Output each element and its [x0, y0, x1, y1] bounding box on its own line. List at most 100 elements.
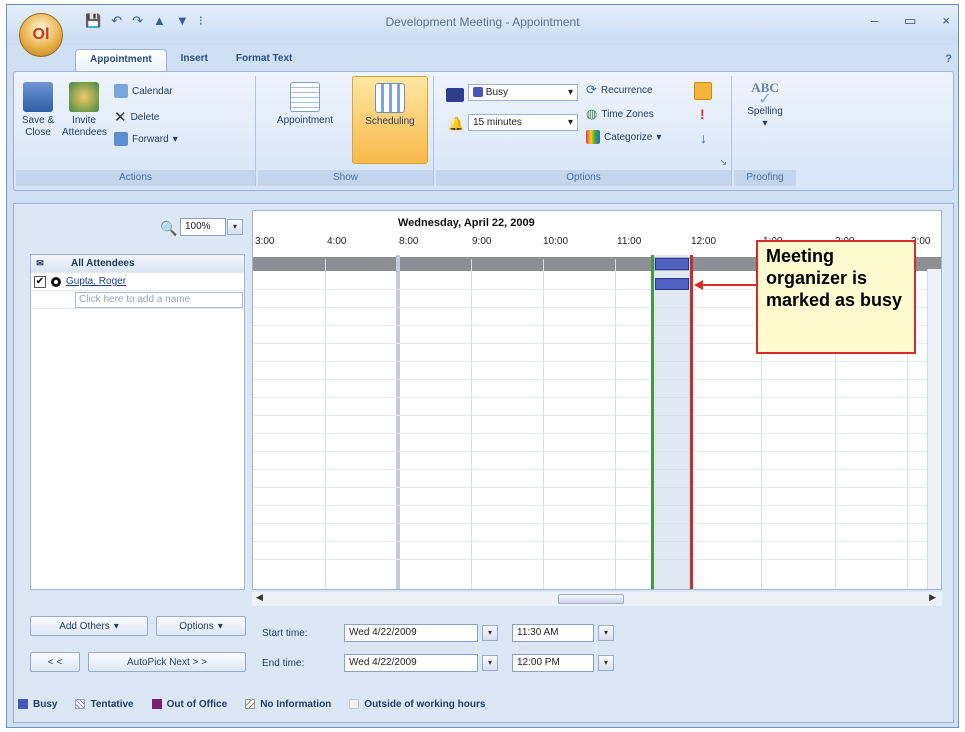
- delete-button[interactable]: ✕ Delete: [114, 108, 159, 126]
- spelling-button[interactable]: ABC ✓ Spelling ▾: [740, 81, 790, 130]
- end-time-field[interactable]: 12:00 PM: [512, 654, 594, 672]
- hour-gridline: [543, 259, 544, 589]
- categorize-button[interactable]: Categorize ▾: [586, 130, 661, 144]
- end-time-label: End time:: [262, 658, 305, 669]
- end-time-dropdown[interactable]: ▾: [598, 655, 614, 671]
- show-as-dropdown[interactable]: Busy ▾: [468, 84, 578, 101]
- add-name-row[interactable]: Click here to add a name: [31, 291, 244, 309]
- horizontal-scrollbar[interactable]: ◀ ▶: [252, 592, 942, 606]
- no-information-swatch-icon: [245, 699, 256, 709]
- scroll-right-icon[interactable]: ▶: [929, 592, 936, 603]
- chevron-down-icon: ▾: [656, 131, 662, 143]
- chevron-down-icon: ▾: [567, 117, 573, 128]
- recurrence-button[interactable]: ⟳ Recurrence: [586, 82, 653, 98]
- day-separator: [396, 255, 400, 589]
- grid-date-header: Wednesday, April 22, 2009: [398, 217, 535, 229]
- close-button[interactable]: ×: [942, 13, 950, 29]
- organizer-icon: [51, 276, 61, 287]
- add-others-button[interactable]: Add Others ▾: [30, 616, 148, 636]
- globe-icon: ◍: [586, 106, 598, 121]
- calendar-button[interactable]: Calendar: [114, 84, 173, 98]
- start-date-field[interactable]: Wed 4/22/2009: [344, 624, 478, 642]
- group-options: Busy ▾ 🔔 15 minutes ▾ ⟳ Recurrence ◍ Tim…: [436, 76, 732, 186]
- hour-gridline: [471, 259, 472, 589]
- chevron-down-icon: ▾: [487, 628, 492, 637]
- attendee-checkbox[interactable]: ✔: [34, 275, 46, 288]
- callout-arrow-line: [702, 284, 756, 286]
- ribbon-tabs: Appointment Insert Format Text: [75, 49, 306, 71]
- attendee-name[interactable]: Gupta, Roger: [61, 276, 126, 287]
- hour-label: 11:00: [617, 236, 642, 247]
- scroll-left-icon[interactable]: ◀: [256, 592, 263, 603]
- ribbon: Save & Close Invite Attendees Calendar ✕…: [13, 71, 954, 191]
- meeting-selection[interactable]: [651, 255, 693, 589]
- busy-swatch-icon: [18, 699, 28, 709]
- tab-format-text[interactable]: Format Text: [222, 49, 307, 71]
- autopick-previous-button[interactable]: < <: [30, 652, 80, 672]
- maximize-button[interactable]: ▭: [904, 13, 916, 29]
- attendee-list: ✉ All Attendees ✔ Gupta, Roger Click her…: [30, 254, 245, 590]
- hour-gridline: [325, 259, 326, 589]
- chevron-down-icon: ▾: [217, 620, 223, 632]
- legend-tentative: Tentative: [75, 699, 134, 710]
- reminder-dropdown[interactable]: 15 minutes ▾: [468, 114, 578, 131]
- autopick-next-button[interactable]: AutoPick Next > >: [88, 652, 246, 672]
- zoom-dropdown-button[interactable]: ▾: [227, 219, 243, 235]
- end-date-dropdown[interactable]: ▾: [482, 655, 498, 671]
- scheduling-view-button[interactable]: Scheduling: [352, 76, 428, 164]
- row-gridline: [253, 523, 941, 524]
- row-gridline: [253, 487, 941, 488]
- office-button[interactable]: Ol: [19, 13, 63, 57]
- hour-gridline: [615, 259, 616, 589]
- chevron-down-icon: ▾: [603, 658, 608, 667]
- busy-block-organizer: [655, 278, 689, 290]
- row-gridline: [253, 397, 941, 398]
- add-name-input[interactable]: Click here to add a name: [75, 291, 243, 308]
- hour-label: 4:00: [327, 236, 347, 247]
- start-date-dropdown[interactable]: ▾: [482, 625, 498, 641]
- row-gridline: [253, 415, 941, 416]
- hour-label: 3:00: [255, 236, 275, 247]
- window-title: Development Meeting - Appointment: [385, 15, 580, 29]
- attendee-row[interactable]: ✔ Gupta, Roger: [31, 273, 244, 291]
- meeting-end-marker[interactable]: [690, 255, 693, 589]
- low-importance-icon[interactable]: ↓: [700, 130, 707, 146]
- envelope-icon: ✉: [36, 258, 44, 268]
- vertical-scrollbar[interactable]: [927, 269, 941, 589]
- help-icon[interactable]: ?: [945, 53, 952, 65]
- time-zones-button[interactable]: ◍ Time Zones: [586, 106, 654, 122]
- chevron-down-icon: ▾: [762, 118, 768, 129]
- zoom-field[interactable]: 100%: [180, 218, 226, 236]
- callout-arrowhead: [694, 280, 703, 290]
- private-lock-icon[interactable]: [694, 82, 712, 100]
- appointment-view-icon: [290, 82, 320, 112]
- options-button[interactable]: Options ▾: [156, 616, 246, 636]
- recurrence-icon: ⟳: [586, 82, 597, 97]
- start-time-field[interactable]: 11:30 AM: [512, 624, 594, 642]
- minimize-button[interactable]: –: [871, 13, 878, 29]
- out-of-office-swatch-icon: [151, 699, 162, 709]
- magnifier-icon: 🔍: [160, 220, 178, 236]
- start-time-label: Start time:: [262, 628, 308, 639]
- forward-button[interactable]: Forward ▾: [114, 132, 178, 146]
- hour-label: 8:00: [399, 236, 419, 247]
- end-date-field[interactable]: Wed 4/22/2009: [344, 654, 478, 672]
- tab-insert[interactable]: Insert: [167, 49, 222, 71]
- high-importance-icon[interactable]: !: [700, 106, 705, 122]
- meeting-start-marker[interactable]: [651, 255, 654, 589]
- group-label-proofing: Proofing: [734, 170, 796, 186]
- chevron-down-icon: ▾: [603, 628, 608, 637]
- appointment-view-button[interactable]: Appointment: [262, 82, 348, 127]
- scrollbar-thumb[interactable]: [558, 594, 624, 604]
- tab-appointment[interactable]: Appointment: [75, 49, 167, 71]
- save-close-button[interactable]: Save & Close: [20, 82, 56, 139]
- start-time-dropdown[interactable]: ▾: [598, 625, 614, 641]
- checkmark-icon: ✓: [758, 91, 772, 108]
- dialog-launcher-icon[interactable]: ↘: [719, 157, 727, 168]
- row-gridline: [253, 451, 941, 452]
- invite-attendees-button[interactable]: Invite Attendees: [62, 82, 107, 139]
- busy-swatch-icon: [473, 87, 483, 98]
- row-gridline: [253, 559, 941, 560]
- legend-outside-hours: Outside of working hours: [349, 699, 485, 710]
- group-label-options: Options: [436, 170, 731, 186]
